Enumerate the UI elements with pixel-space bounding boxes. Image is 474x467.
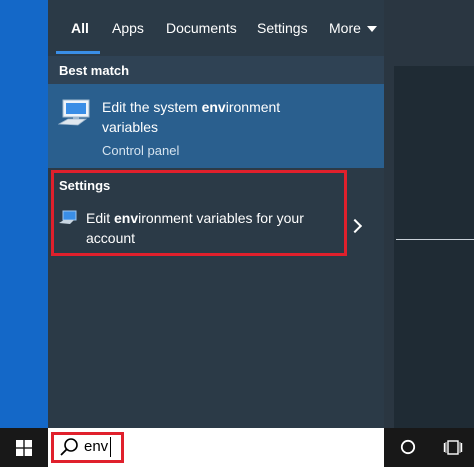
desktop-background <box>0 0 48 428</box>
search-icon <box>59 437 79 462</box>
tab-documents[interactable]: Documents <box>166 18 237 38</box>
tab-all[interactable]: All <box>71 18 89 38</box>
text-cursor <box>110 437 111 457</box>
filter-tabs: All Apps Documents Settings More <box>48 0 384 56</box>
best-match-result[interactable]: Edit the system environment variables Co… <box>48 84 384 168</box>
best-match-title-pre: Edit the system <box>102 99 202 115</box>
task-view-button[interactable] <box>436 428 470 467</box>
preview-content <box>394 66 474 428</box>
best-match-title-line2: variables <box>102 119 159 135</box>
search-input[interactable]: env <box>84 438 108 455</box>
best-match-title-match: env <box>201 99 226 115</box>
taskbar: env <box>0 428 474 467</box>
cortana-button[interactable] <box>392 428 424 467</box>
best-match-label: Best match <box>59 63 130 78</box>
tab-settings[interactable]: Settings <box>257 18 308 38</box>
windows-logo-icon <box>16 440 32 461</box>
best-match-title-post: ironment <box>225 99 281 115</box>
tab-apps[interactable]: Apps <box>112 18 144 38</box>
start-button[interactable] <box>0 428 48 467</box>
tab-more[interactable]: More <box>329 18 377 38</box>
preview-divider <box>396 239 474 240</box>
best-match-header: Best match <box>48 56 384 84</box>
chevron-down-icon <box>366 26 377 33</box>
circle-icon <box>400 439 416 460</box>
search-box[interactable]: env <box>48 428 384 467</box>
best-match-title: Edit the system environment <box>102 97 280 117</box>
active-tab-indicator <box>56 51 100 54</box>
preview-pane <box>384 0 474 428</box>
best-match-subtitle: Control panel <box>102 143 180 158</box>
settings-highlight-box <box>51 170 347 256</box>
task-view-icon <box>443 439 463 461</box>
system-monitor-icon <box>57 98 92 133</box>
tab-more-label: More <box>329 20 361 36</box>
